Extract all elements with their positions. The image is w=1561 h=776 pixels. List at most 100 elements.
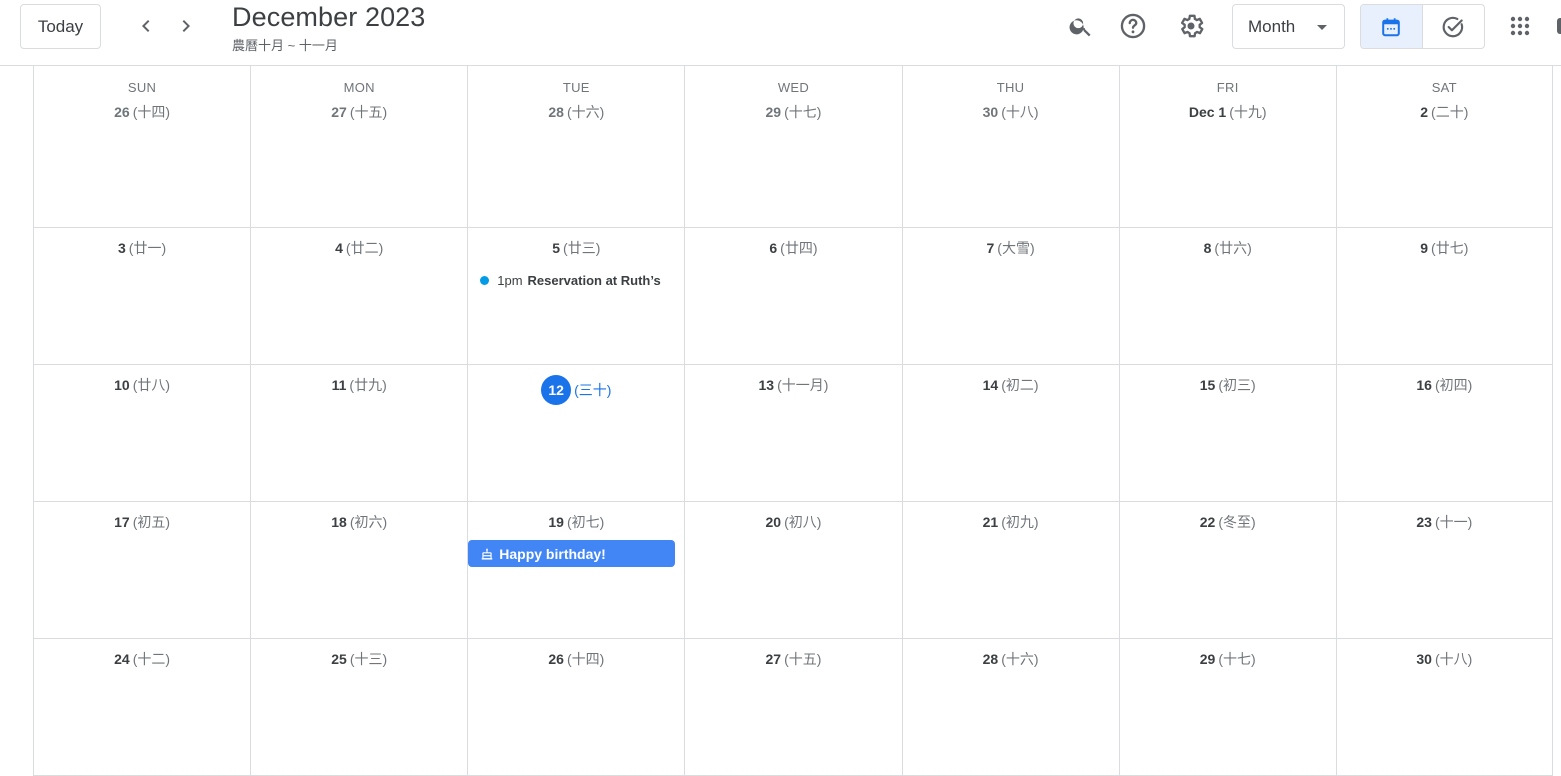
day-cell[interactable]: 5 (廿三) 1pm Reservation at Ruth’s — [467, 228, 684, 364]
lunar-date: (十六) — [566, 104, 605, 120]
day-cell[interactable]: 24 (十二) — [33, 639, 250, 775]
day-cell[interactable]: 22 (冬至) — [1118, 502, 1336, 638]
day-cell[interactable]: 20 (初八) — [684, 502, 901, 638]
lunar-date: (十一月) — [777, 377, 829, 393]
date-number[interactable]: 3 — [118, 240, 126, 256]
search-button[interactable] — [1061, 6, 1101, 46]
day-cell[interactable]: 9 (廿七) — [1335, 228, 1553, 364]
date-number[interactable]: 30 — [983, 104, 999, 120]
date-number[interactable]: 25 — [331, 651, 347, 667]
day-cell[interactable]: 18 (初六) — [250, 502, 467, 638]
day-cell[interactable]: 6 (廿四) — [684, 228, 901, 364]
previous-month-button[interactable] — [128, 8, 164, 44]
day-cell[interactable]: MON 27 (十五) — [250, 66, 467, 227]
date-number[interactable]: 4 — [335, 240, 343, 256]
day-cell[interactable]: 4 (廿二) — [250, 228, 467, 364]
date-number[interactable]: 27 — [331, 104, 347, 120]
date-number[interactable]: 11 — [332, 377, 347, 393]
event-reservation[interactable]: 1pm Reservation at Ruth’s — [478, 269, 678, 291]
day-cell[interactable]: 26 (十四) — [467, 639, 684, 775]
date-label: 16 (初四) — [1337, 375, 1552, 395]
event-birthday[interactable]: Happy birthday! — [468, 540, 676, 567]
date-number[interactable]: 26 — [114, 104, 130, 120]
day-cell[interactable]: FRI Dec 1 (十九) — [1118, 66, 1336, 227]
date-number[interactable]: 13 — [758, 377, 774, 393]
tasks-view-button[interactable] — [1423, 5, 1485, 48]
day-cell[interactable]: 7 (大雪) — [901, 228, 1119, 364]
lunar-date: (十九) — [1229, 104, 1267, 120]
date-number[interactable]: 8 — [1204, 240, 1212, 256]
week-row: 17 (初五) 18 (初六) 19 (初七) Happy birthday! 20 (初八) 2… — [33, 502, 1553, 639]
date-number[interactable]: 29 — [1200, 651, 1216, 667]
today-date-number[interactable]: 12 — [541, 375, 572, 405]
week-row: SUN 26 (十四) MON 27 (十五) TUE 28 (十六) WED 29 (十七) THU 3… — [33, 66, 1553, 228]
date-number[interactable]: 19 — [548, 514, 564, 530]
date-number[interactable]: 15 — [1200, 377, 1216, 393]
date-number[interactable]: 28 — [548, 104, 564, 120]
date-label: 29 (十七) — [685, 102, 901, 122]
lunar-date: (廿四) — [780, 240, 818, 256]
day-cell[interactable]: WED 29 (十七) — [684, 66, 901, 227]
day-cell[interactable]: 25 (十三) — [250, 639, 467, 775]
date-number[interactable]: 5 — [552, 240, 560, 256]
lunar-subtitle: 農曆十月 ~ 十一月 — [232, 38, 338, 53]
date-number[interactable]: 16 — [1416, 377, 1432, 393]
today-button[interactable]: Today — [20, 4, 101, 49]
date-number[interactable]: 7 — [987, 240, 995, 256]
date-number[interactable]: Dec 1 — [1189, 104, 1226, 120]
date-number[interactable]: 29 — [765, 104, 781, 120]
day-cell[interactable]: 15 (初三) — [1118, 365, 1336, 501]
day-cell[interactable]: 12 (三十) — [467, 365, 684, 501]
day-cell[interactable]: THU 30 (十八) — [901, 66, 1119, 227]
day-cell[interactable]: 19 (初七) Happy birthday! — [467, 502, 684, 638]
day-cell[interactable]: 29 (十七) — [1118, 639, 1336, 775]
date-number[interactable]: 20 — [765, 514, 781, 530]
day-cell[interactable]: 21 (初九) — [901, 502, 1119, 638]
date-label: 7 (大雪) — [903, 238, 1119, 258]
date-number[interactable]: 10 — [114, 377, 130, 393]
calendar-tasks-toggle — [1360, 4, 1485, 49]
date-number[interactable]: 23 — [1416, 514, 1432, 530]
lunar-date: (冬至) — [1218, 514, 1256, 530]
date-number[interactable]: 26 — [548, 651, 564, 667]
day-cell[interactable]: TUE 28 (十六) — [467, 66, 684, 227]
view-selector-dropdown[interactable]: Month — [1232, 4, 1345, 49]
day-cell[interactable]: 23 (十一) — [1335, 502, 1553, 638]
settings-button[interactable] — [1171, 6, 1211, 46]
date-number[interactable]: 14 — [983, 377, 999, 393]
day-cell[interactable]: 13 (十一月) — [684, 365, 901, 501]
date-number[interactable]: 2 — [1420, 104, 1428, 120]
date-number[interactable]: 9 — [1420, 240, 1428, 256]
date-label: 30 (十八) — [1337, 649, 1552, 669]
weekday-header: SUN — [127, 80, 157, 95]
date-number[interactable]: 28 — [983, 651, 999, 667]
date-number[interactable]: 6 — [769, 240, 777, 256]
day-cell[interactable]: 17 (初五) — [33, 502, 250, 638]
date-number[interactable]: 30 — [1416, 651, 1432, 667]
date-number[interactable]: 27 — [765, 651, 781, 667]
day-cell[interactable]: 11 (廿九) — [250, 365, 467, 501]
date-label: 5 (廿三) — [468, 238, 684, 258]
day-cell[interactable]: 16 (初四) — [1335, 365, 1553, 501]
account-avatar-partial[interactable] — [1557, 18, 1561, 34]
day-cell[interactable]: 28 (十六) — [901, 639, 1119, 775]
day-cell[interactable]: SAT 2 (二十) — [1335, 66, 1553, 227]
lunar-date: (初四) — [1434, 377, 1473, 393]
google-apps-button[interactable] — [1500, 6, 1540, 46]
day-cell[interactable]: 10 (廿八) — [33, 365, 250, 501]
next-month-button[interactable] — [168, 8, 204, 44]
date-label: 30 (十八) — [903, 102, 1119, 122]
day-cell[interactable]: 8 (廿六) — [1118, 228, 1336, 364]
date-number[interactable]: 18 — [331, 514, 347, 530]
day-cell[interactable]: 3 (廿一) — [33, 228, 250, 364]
date-number[interactable]: 24 — [114, 651, 130, 667]
date-number[interactable]: 21 — [983, 514, 999, 530]
date-number[interactable]: 17 — [114, 514, 130, 530]
date-number[interactable]: 22 — [1200, 514, 1216, 530]
day-cell[interactable]: 27 (十五) — [684, 639, 901, 775]
calendar-view-button[interactable] — [1361, 5, 1423, 48]
day-cell[interactable]: 30 (十八) — [1335, 639, 1553, 775]
help-button[interactable] — [1113, 6, 1153, 46]
day-cell[interactable]: 14 (初二) — [901, 365, 1119, 501]
day-cell[interactable]: SUN 26 (十四) — [33, 66, 250, 227]
